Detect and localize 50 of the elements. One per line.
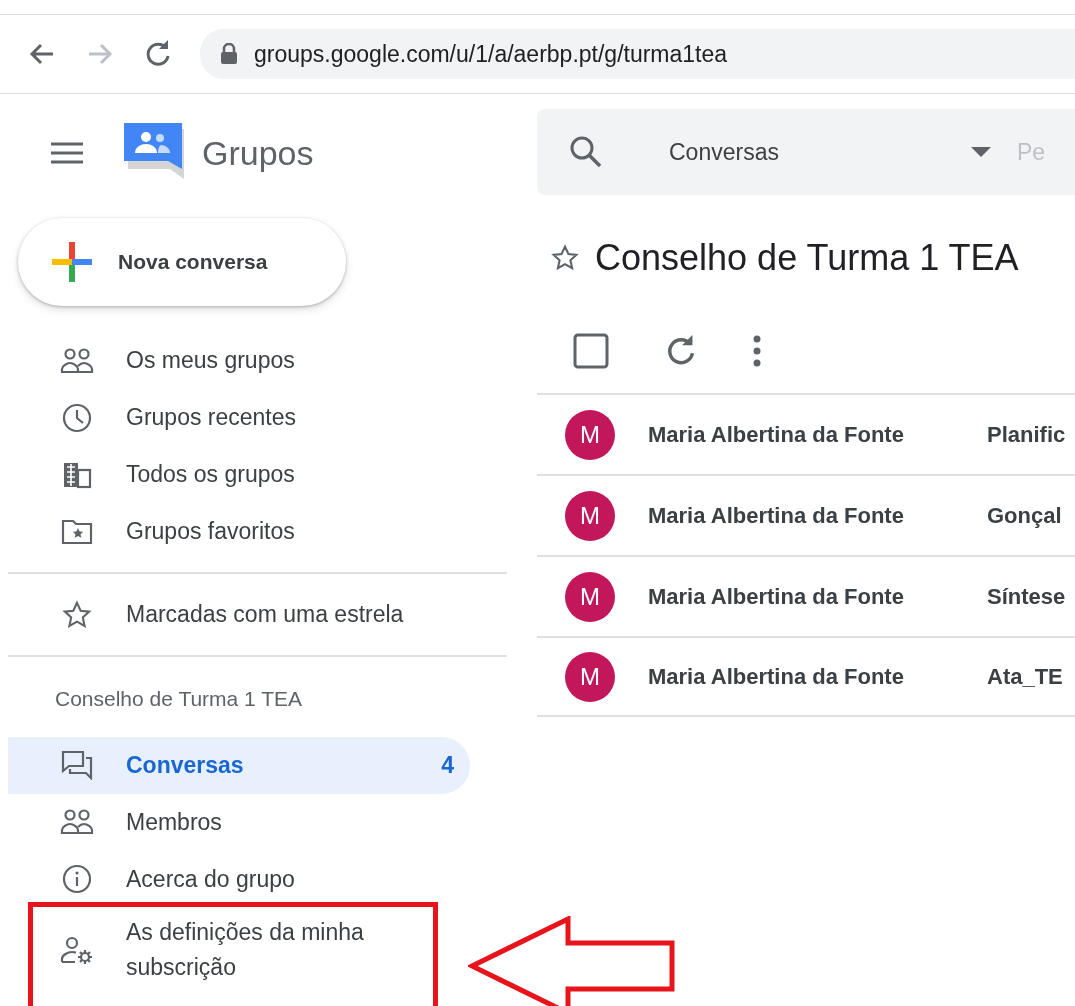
group-title: Conselho de Turma 1 TEA	[595, 236, 1019, 280]
app-name: Grupos	[202, 132, 314, 174]
sidebar-item[interactable]: Conversas 4	[8, 736, 470, 794]
caret-icon	[971, 147, 991, 157]
address-bar[interactable]: groups.google.com/u/1/a/aerbp.pt/g/turma1tea	[200, 29, 1075, 79]
star-icon	[60, 599, 94, 630]
search-icon[interactable]	[569, 135, 603, 169]
people-icon	[60, 808, 94, 836]
author-name: Maria Albertina da Fonte	[648, 421, 905, 449]
sidebar-item[interactable]: Acerca do grupo	[8, 850, 470, 908]
conversation-row[interactable]: M Maria Albertina da Fonte Planific	[537, 393, 1075, 474]
refresh-icon[interactable]	[665, 335, 697, 367]
author-name: Maria Albertina da Fonte	[648, 583, 905, 611]
sidebar-item[interactable]: Marcadas com uma estrela	[8, 586, 470, 643]
sidebar-item[interactable]: Grupos recentes	[8, 389, 470, 446]
subject-text: Planific	[987, 421, 1066, 449]
conversation-row[interactable]: M Maria Albertina da Fonte Gonçal	[537, 474, 1075, 555]
select-all-checkbox[interactable]	[573, 333, 609, 369]
subject-text: Síntese	[987, 583, 1066, 611]
group-name: Conselho de Turma 1 TEA	[54, 686, 304, 712]
subject-text: Ata_TE	[987, 663, 1063, 691]
sidebar-item[interactable]: As definições da minha subscrição	[8, 907, 470, 992]
info-icon	[60, 863, 94, 895]
avatar: M	[565, 409, 615, 460]
subject-text: Gonçal	[987, 502, 1062, 530]
conversation-row[interactable]: M Maria Albertina da Fonte Síntese	[537, 555, 1075, 636]
more-icon[interactable]	[753, 335, 761, 367]
person-gear-icon	[60, 934, 94, 965]
chat-icon	[60, 750, 94, 780]
reload-icon[interactable]	[144, 40, 172, 68]
people-icon	[60, 346, 94, 375]
lock-icon	[220, 43, 238, 65]
sidebar-item[interactable]: Todos os grupos	[8, 446, 470, 503]
star-icon[interactable]	[551, 244, 579, 272]
folder-star-icon	[60, 517, 94, 546]
scope-dropdown[interactable]: Conversas	[669, 134, 991, 170]
avatar: M	[565, 490, 615, 541]
clock-icon	[60, 401, 94, 434]
sidebar-item[interactable]: Os meus grupos	[8, 332, 470, 389]
avatar: M	[565, 571, 615, 622]
count-label: 4	[441, 750, 454, 780]
conversation-row[interactable]: M Maria Albertina da Fonte Ata_TE	[537, 636, 1075, 717]
new-conversation-button[interactable]: Nova conversa	[18, 218, 346, 306]
sidebar-item[interactable]: Grupos favoritos	[8, 503, 470, 560]
menu-icon[interactable]	[50, 141, 84, 165]
sidebar-item[interactable]: Membros	[8, 793, 470, 851]
author-name: Maria Albertina da Fonte	[648, 663, 905, 691]
author-name: Maria Albertina da Fonte	[648, 502, 905, 530]
plus-icon	[50, 240, 94, 284]
avatar: M	[565, 651, 615, 702]
